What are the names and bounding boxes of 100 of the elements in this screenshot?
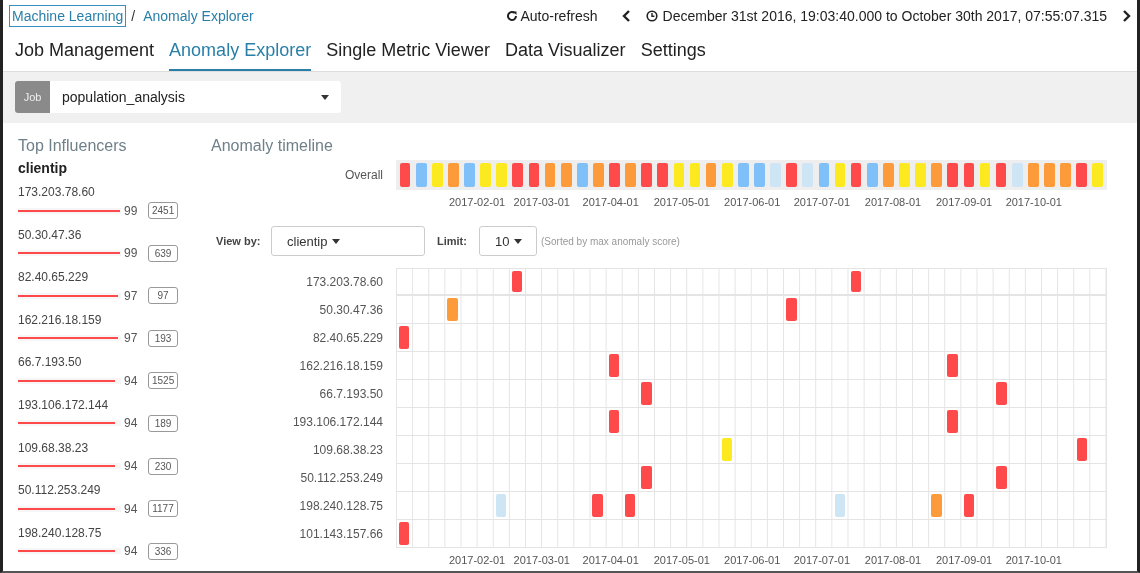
clock-icon xyxy=(645,10,658,22)
anomaly-cell[interactable] xyxy=(963,494,975,517)
anomaly-cell[interactable] xyxy=(447,298,458,321)
anomaly-cell[interactable] xyxy=(850,271,862,292)
view-by-select[interactable]: clientip xyxy=(271,226,425,256)
breadcrumb-link[interactable]: Machine Learning xyxy=(9,5,127,27)
anomaly-cell[interactable] xyxy=(995,466,1007,489)
anomaly-cell[interactable] xyxy=(640,382,652,405)
anomaly-cell[interactable] xyxy=(560,163,572,187)
anomaly-cell[interactable] xyxy=(399,163,411,187)
anomaly-cell[interactable] xyxy=(464,163,475,187)
anomaly-cell[interactable] xyxy=(754,163,765,187)
anomaly-cell[interactable] xyxy=(770,163,781,187)
anomaly-cell[interactable] xyxy=(1076,438,1088,461)
anomaly-cell[interactable] xyxy=(786,298,797,321)
anomaly-cell[interactable] xyxy=(850,163,862,187)
auto-refresh-button[interactable]: Auto-refresh xyxy=(505,8,598,24)
axis-label: 2017-04-01 xyxy=(582,554,639,566)
anomaly-cell[interactable] xyxy=(979,163,991,187)
score-value: 94 xyxy=(124,544,139,559)
anomaly-cell[interactable] xyxy=(882,163,894,187)
anomaly-cell[interactable] xyxy=(738,163,749,187)
anomaly-cell[interactable] xyxy=(608,410,620,433)
anomaly-cell[interactable] xyxy=(544,163,556,187)
anomaly-cell[interactable] xyxy=(963,163,975,187)
anomaly-cell[interactable] xyxy=(480,163,491,187)
anomaly-cell[interactable] xyxy=(528,163,540,187)
job-select[interactable]: Job population_analysis xyxy=(15,81,341,113)
anomaly-cell[interactable] xyxy=(721,438,733,461)
field-name: clientip xyxy=(18,160,68,178)
anomaly-cell[interactable] xyxy=(495,494,507,517)
chevron-left-icon[interactable] xyxy=(621,10,632,22)
anomaly-cell[interactable] xyxy=(608,354,620,377)
axis-label: 2017-08-01 xyxy=(864,196,922,208)
anomaly-cell[interactable] xyxy=(802,163,814,187)
influencer-name[interactable]: 193.106.172.144 xyxy=(18,394,193,412)
anomaly-cell[interactable] xyxy=(1060,163,1071,187)
anomaly-cell[interactable] xyxy=(915,163,926,187)
anomaly-cell[interactable] xyxy=(641,163,653,187)
anomaly-cell[interactable] xyxy=(592,494,604,517)
anomaly-cell[interactable] xyxy=(866,163,878,187)
anomaly-cell[interactable] xyxy=(640,466,652,489)
nav-tab[interactable]: Settings xyxy=(640,32,706,71)
anomaly-cell[interactable] xyxy=(834,494,846,517)
influencer-name[interactable]: 109.68.38.23 xyxy=(18,437,193,455)
nav-tab[interactable]: Single Metric Viewer xyxy=(326,32,490,71)
breadcrumb-link[interactable]: Anomaly Explorer xyxy=(140,5,257,27)
influencer-name[interactable]: 82.40.65.229 xyxy=(18,267,193,285)
nav-tab[interactable]: Data Visualizer xyxy=(504,32,626,71)
axis-label: 2017-08-01 xyxy=(864,554,922,566)
anomaly-cell[interactable] xyxy=(705,163,717,187)
anomaly-cell[interactable] xyxy=(624,494,636,517)
influencer-name[interactable]: 198.240.128.75 xyxy=(18,522,193,540)
anomaly-cell[interactable] xyxy=(576,163,588,187)
anomaly-cell[interactable] xyxy=(511,271,523,292)
anomaly-cell[interactable] xyxy=(1027,163,1039,187)
anomaly-cell[interactable] xyxy=(1092,163,1104,187)
anomaly-cell[interactable] xyxy=(657,163,669,187)
time-range-button[interactable]: December 31st 2016, 19:03:40.000 to October 30th 2017, 07:55:07.315 xyxy=(645,8,1107,24)
count-badge: 97 xyxy=(148,287,178,305)
anomaly-cell[interactable] xyxy=(496,163,508,187)
anomaly-cell[interactable] xyxy=(625,163,636,187)
anomaly-cell[interactable] xyxy=(947,410,959,433)
anomaly-cell[interactable] xyxy=(721,163,733,187)
anomaly-cell[interactable] xyxy=(786,163,798,187)
section-title: Anomaly timeline xyxy=(211,137,334,156)
anomaly-cell[interactable] xyxy=(512,163,524,187)
anomaly-cell[interactable] xyxy=(431,163,443,187)
influencer-name[interactable]: 50.112.253.249 xyxy=(18,480,193,498)
anomaly-cell[interactable] xyxy=(931,163,942,187)
anomaly-cell[interactable] xyxy=(899,163,910,187)
influencer-name[interactable]: 162.216.18.159 xyxy=(18,309,193,327)
row-label: 82.40.65.229 xyxy=(311,331,384,345)
nav-tab[interactable]: Job Management xyxy=(15,32,155,71)
anomaly-cell[interactable] xyxy=(947,354,959,377)
anomaly-cell[interactable] xyxy=(1011,163,1023,187)
anomaly-cell[interactable] xyxy=(1076,163,1087,187)
anomaly-cell[interactable] xyxy=(995,382,1007,405)
limit-select[interactable]: 10 xyxy=(479,226,537,256)
axis-label: 2017-05-01 xyxy=(653,554,710,566)
anomaly-cell[interactable] xyxy=(995,163,1007,187)
anomaly-cell[interactable] xyxy=(448,163,459,187)
anomaly-cell[interactable] xyxy=(398,326,410,349)
anomaly-cell[interactable] xyxy=(818,163,830,187)
anomaly-cell[interactable] xyxy=(931,494,943,517)
anomaly-cell[interactable] xyxy=(398,522,410,545)
anomaly-cell[interactable] xyxy=(689,163,701,187)
anomaly-cell[interactable] xyxy=(415,163,427,187)
chevron-right-icon[interactable] xyxy=(1121,10,1131,22)
anomaly-cell[interactable] xyxy=(593,163,604,187)
anomaly-cell[interactable] xyxy=(947,163,959,187)
influencer-name[interactable]: 50.30.47.36 xyxy=(18,224,193,242)
anomaly-cell[interactable] xyxy=(834,163,846,187)
row-label: 109.68.38.23 xyxy=(311,443,384,457)
anomaly-cell[interactable] xyxy=(1044,163,1055,187)
influencer-name[interactable]: 66.7.193.50 xyxy=(18,352,193,370)
anomaly-cell[interactable] xyxy=(609,163,620,187)
score-value: 94 xyxy=(124,459,139,474)
anomaly-cell[interactable] xyxy=(673,163,685,187)
influencer-name[interactable]: 173.203.78.60 xyxy=(18,182,193,199)
